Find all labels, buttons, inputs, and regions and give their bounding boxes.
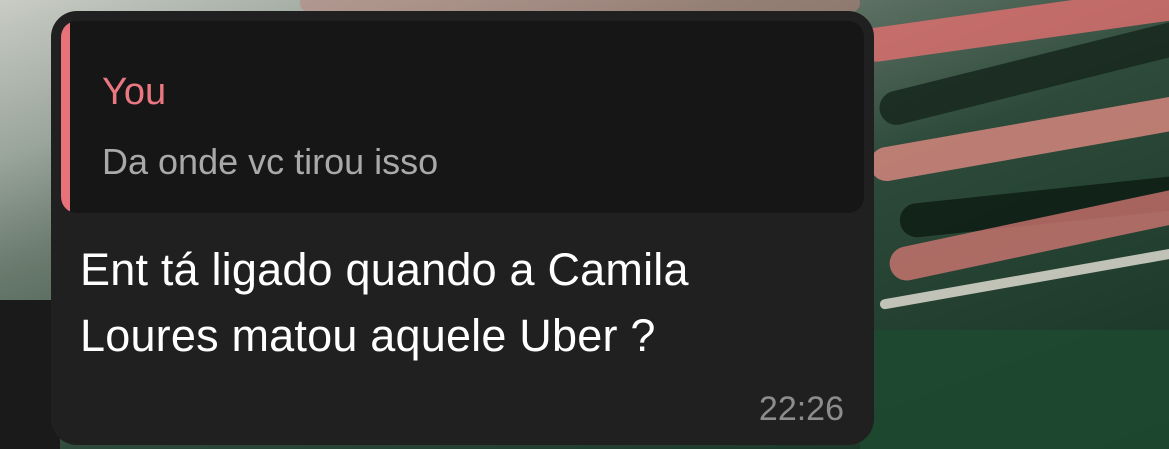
reply-author: You (102, 71, 167, 113)
message-timestamp: 22:26 (758, 390, 844, 428)
reply-text: Da onde vc tirou isso (102, 141, 439, 182)
message-text-line: Ent tá ligado quando a Camila (80, 244, 689, 295)
reply-accent-bar (61, 21, 70, 213)
message-text: Ent tá ligado quando a Camila Loures mat… (80, 237, 860, 369)
quoted-reply[interactable]: You Da onde vc tirou isso (61, 21, 864, 213)
wallpaper-art (860, 330, 1169, 449)
message-text-line: Loures matou aquele Uber ? (80, 310, 656, 361)
message-bubble[interactable]: You Da onde vc tirou isso Ent tá ligado … (51, 11, 874, 445)
